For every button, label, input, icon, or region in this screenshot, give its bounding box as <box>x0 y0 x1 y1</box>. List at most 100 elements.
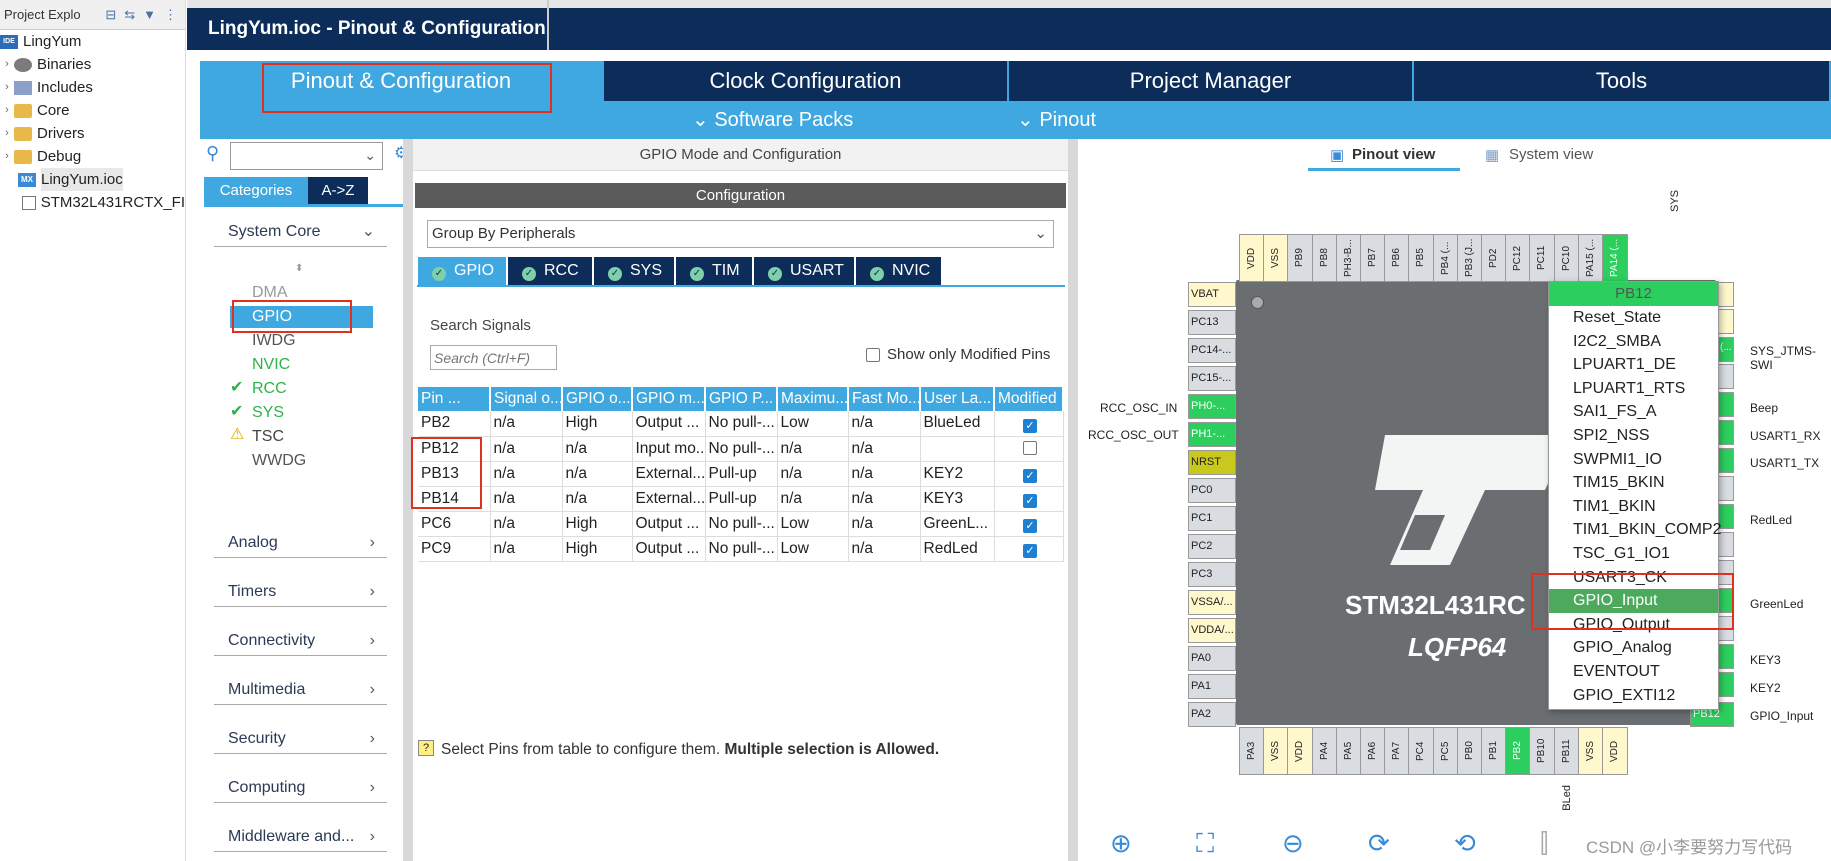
section-multimedia[interactable]: Multimedia › <box>214 675 387 705</box>
menu-item[interactable]: TIM15_BKIN <box>1549 471 1718 495</box>
core-item-wwdg[interactable]: WWDG <box>252 449 306 473</box>
table-row[interactable]: PB14 n/a n/a External... Pull-up n/a n/a KEY3 ✓ <box>418 486 1064 512</box>
pin[interactable]: PC3 <box>1188 562 1236 587</box>
fit-screen-icon[interactable]: ⛶ <box>1196 828 1214 860</box>
pin[interactable]: VSS <box>1263 727 1290 775</box>
software-packs-menu[interactable]: ⌄ Software Packs <box>692 101 853 139</box>
right-pin[interactable] <box>1718 282 1734 307</box>
modified-checkbox[interactable]: ✓ <box>1023 494 1037 508</box>
group-by-select[interactable]: Group By Peripherals ⌄ <box>427 220 1054 248</box>
core-item-nvic[interactable]: NVIC <box>252 353 290 377</box>
menu-item[interactable]: SPI2_NSS <box>1549 424 1718 448</box>
pin[interactable]: PB11 <box>1553 727 1580 775</box>
pin[interactable]: VBAT <box>1188 282 1236 307</box>
core-item-tsc[interactable]: TSC <box>252 425 284 449</box>
col-fast-mode[interactable]: Fast Mo... <box>848 387 921 411</box>
pin[interactable]: PB5 <box>1408 234 1435 282</box>
sort-icon[interactable]: ⬍ <box>295 263 303 274</box>
right-pin[interactable] <box>1718 309 1734 334</box>
right-pin[interactable] <box>1718 644 1734 669</box>
menu-item[interactable]: TIM1_BKIN_COMP2 <box>1549 518 1721 542</box>
tab-project-manager[interactable]: Project Manager <box>1009 61 1414 101</box>
search-signals-input[interactable] <box>430 345 557 370</box>
col-gpio-pull[interactable]: GPIO P... <box>705 387 778 411</box>
filter-icon[interactable]: ▼ <box>143 7 156 23</box>
menu-item[interactable]: SAI1_FS_A <box>1549 400 1718 424</box>
core-item-sys[interactable]: SYS <box>252 401 284 425</box>
pin[interactable]: PA7 <box>1384 727 1411 775</box>
pinout-view-tab[interactable]: Pinout view <box>1352 146 1435 163</box>
pin[interactable]: VSS <box>1577 727 1604 775</box>
section-timers[interactable]: Timers › <box>214 577 387 607</box>
table-row[interactable]: PB12 n/a n/a Input mo... No pull-... n/a n/a <box>418 436 1064 462</box>
zoom-in-icon[interactable]: ⊕ <box>1110 828 1132 859</box>
expand-arrow-icon[interactable]: › <box>0 145 14 168</box>
pin[interactable]: PA15 (... <box>1577 234 1604 282</box>
menu-item[interactable]: TIM1_BKIN <box>1549 495 1718 519</box>
pin[interactable]: PC5 <box>1432 727 1459 775</box>
tree-item-core[interactable]: › Core <box>0 99 185 122</box>
modified-checkbox[interactable]: ✓ <box>1023 418 1037 433</box>
table-row[interactable]: PB2 n/a High Output ... No pull-... Low n/a Blu… <box>418 411 1064 437</box>
menu-item[interactable]: LPUART1_RTS <box>1549 377 1718 401</box>
pin[interactable]: PH1-... <box>1188 422 1236 447</box>
pin[interactable]: PB6 <box>1384 234 1411 282</box>
pin[interactable]: VDD <box>1287 727 1314 775</box>
modified-checkbox[interactable]: ✓ <box>1023 544 1037 558</box>
tree-item-ioc[interactable]: MX LingYum.ioc <box>0 168 185 191</box>
pin[interactable]: PB2 <box>1505 727 1532 775</box>
tree-item-debug[interactable]: › Debug <box>0 145 185 168</box>
pin[interactable]: PH3-B... <box>1335 234 1362 282</box>
categories-button[interactable]: Categories <box>204 177 308 204</box>
pin[interactable]: PC0 <box>1188 478 1236 503</box>
pin[interactable]: PB7 <box>1360 234 1386 282</box>
menu-item[interactable]: LPUART1_DE <box>1549 353 1718 377</box>
rotate-left-icon[interactable]: ⟲ <box>1454 828 1476 859</box>
pin[interactable]: PC14-... <box>1188 338 1236 363</box>
expand-arrow-icon[interactable]: › <box>0 122 14 145</box>
modified-checkbox[interactable]: ✓ <box>1023 519 1037 533</box>
right-pin[interactable] <box>1718 392 1734 417</box>
pin[interactable]: PC10 <box>1553 234 1580 282</box>
pinout-menu[interactable]: ⌄ Pinout <box>1017 101 1096 139</box>
table-row[interactable]: PB13 n/a n/a External... Pull-up n/a n/a KEY2 ✓ <box>418 461 1064 487</box>
expand-arrow-icon[interactable]: › <box>0 99 14 122</box>
pin[interactable]: PB4 (... <box>1432 234 1459 282</box>
pin[interactable]: NRST <box>1188 450 1236 475</box>
menu-item[interactable]: GPIO_Analog <box>1549 636 1718 660</box>
az-button[interactable]: A->Z <box>308 177 368 204</box>
pin[interactable]: PB8 <box>1311 234 1338 282</box>
col-signal[interactable]: Signal o... <box>490 387 563 411</box>
menu-icon[interactable]: ⋮ <box>164 7 177 23</box>
pin[interactable]: PB10 <box>1529 727 1556 775</box>
pin[interactable]: PB9 <box>1287 234 1314 282</box>
system-view-tab[interactable]: System view <box>1509 146 1593 163</box>
tab-usart[interactable]: ✓ USART <box>754 257 856 285</box>
pin[interactable]: PC11 <box>1529 234 1556 282</box>
tree-item-includes[interactable]: › Includes <box>0 76 185 99</box>
pin[interactable]: PA1 <box>1188 674 1236 699</box>
col-user-label[interactable]: User La... <box>920 387 995 411</box>
core-item-rcc[interactable]: RCC <box>252 377 287 401</box>
pin[interactable]: VDD <box>1602 727 1628 775</box>
tree-item-ld[interactable]: STM32L431RCTX_FI <box>0 191 185 214</box>
collapse-all-icon[interactable]: ⊟ <box>105 7 116 23</box>
pin[interactable]: PA4 <box>1311 727 1338 775</box>
tab-nvic[interactable]: ✓ NVIC <box>856 257 943 285</box>
menu-item[interactable]: Reset_State <box>1549 306 1718 330</box>
expand-arrow-icon[interactable]: › <box>0 76 14 99</box>
pin[interactable]: PC4 <box>1408 727 1435 775</box>
menu-item[interactable]: TSC_G1_IO1 <box>1549 542 1718 566</box>
pin[interactable]: PA14 (... <box>1602 234 1628 282</box>
section-system-core[interactable]: System Core ⌄ <box>214 217 387 247</box>
pin[interactable]: PA0 <box>1188 646 1236 671</box>
pin[interactable]: PC2 <box>1188 534 1236 559</box>
pin[interactable]: VSS <box>1263 234 1290 282</box>
right-pin[interactable] <box>1718 364 1734 389</box>
right-splitter[interactable] <box>1068 139 1078 861</box>
col-gpio-output[interactable]: GPIO o... <box>562 387 633 411</box>
pin[interactable]: PA5 <box>1335 727 1362 775</box>
pin[interactable]: PC1 <box>1188 506 1236 531</box>
pin[interactable]: VDD <box>1239 234 1265 282</box>
menu-item[interactable]: EVENTOUT <box>1549 660 1718 684</box>
